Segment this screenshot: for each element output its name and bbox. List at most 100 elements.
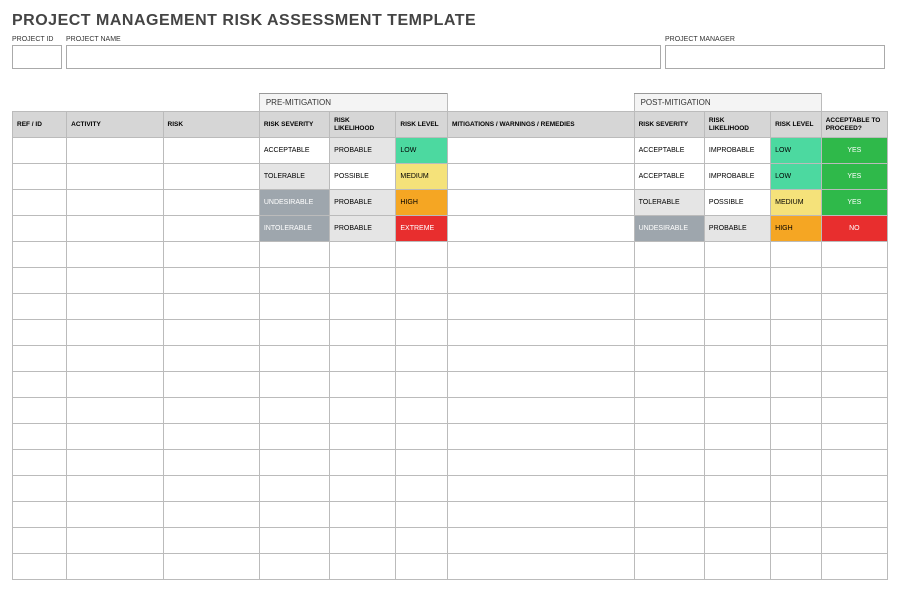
empty-cell[interactable] <box>396 346 448 372</box>
empty-cell[interactable] <box>771 398 822 424</box>
empty-cell[interactable] <box>704 372 770 398</box>
empty-cell[interactable] <box>771 372 822 398</box>
empty-cell[interactable] <box>821 476 887 502</box>
empty-cell[interactable] <box>330 372 396 398</box>
cell-mitigations[interactable] <box>447 164 634 190</box>
empty-cell[interactable] <box>771 424 822 450</box>
empty-cell[interactable] <box>771 320 822 346</box>
empty-cell[interactable] <box>821 320 887 346</box>
empty-cell[interactable] <box>259 372 329 398</box>
cell-mitigations[interactable] <box>447 190 634 216</box>
project-id-input[interactable] <box>12 45 62 69</box>
cell-post-level[interactable]: MEDIUM <box>771 190 822 216</box>
empty-cell[interactable] <box>13 294 67 320</box>
empty-cell[interactable] <box>67 528 163 554</box>
empty-cell[interactable] <box>704 528 770 554</box>
cell-activity[interactable] <box>67 216 163 242</box>
empty-cell[interactable] <box>704 554 770 580</box>
empty-cell[interactable] <box>821 268 887 294</box>
empty-cell[interactable] <box>447 450 634 476</box>
empty-cell[interactable] <box>13 450 67 476</box>
empty-cell[interactable] <box>634 372 704 398</box>
cell-acceptable[interactable]: YES <box>821 164 887 190</box>
empty-cell[interactable] <box>634 450 704 476</box>
empty-cell[interactable] <box>447 398 634 424</box>
empty-cell[interactable] <box>634 528 704 554</box>
empty-cell[interactable] <box>821 294 887 320</box>
empty-cell[interactable] <box>396 294 448 320</box>
cell-mitigations[interactable] <box>447 138 634 164</box>
empty-cell[interactable] <box>13 372 67 398</box>
empty-cell[interactable] <box>13 476 67 502</box>
cell-post-likelihood[interactable]: PROBABLE <box>704 216 770 242</box>
empty-cell[interactable] <box>396 320 448 346</box>
empty-cell[interactable] <box>821 346 887 372</box>
cell-pre-likelihood[interactable]: POSSIBLE <box>330 164 396 190</box>
empty-cell[interactable] <box>704 294 770 320</box>
cell-post-likelihood[interactable]: IMPROBABLE <box>704 164 770 190</box>
empty-cell[interactable] <box>771 294 822 320</box>
cell-ref[interactable] <box>13 164 67 190</box>
empty-cell[interactable] <box>821 242 887 268</box>
empty-cell[interactable] <box>330 398 396 424</box>
cell-pre-severity[interactable]: UNDESIRABLE <box>259 190 329 216</box>
empty-cell[interactable] <box>67 242 163 268</box>
project-name-input[interactable] <box>66 45 661 69</box>
empty-cell[interactable] <box>163 320 259 346</box>
empty-cell[interactable] <box>13 346 67 372</box>
cell-pre-severity[interactable]: INTOLERABLE <box>259 216 329 242</box>
empty-cell[interactable] <box>13 268 67 294</box>
empty-cell[interactable] <box>634 242 704 268</box>
cell-activity[interactable] <box>67 190 163 216</box>
cell-post-likelihood[interactable]: IMPROBABLE <box>704 138 770 164</box>
project-manager-input[interactable] <box>665 45 885 69</box>
cell-pre-level[interactable]: LOW <box>396 138 448 164</box>
empty-cell[interactable] <box>13 528 67 554</box>
empty-cell[interactable] <box>330 476 396 502</box>
empty-cell[interactable] <box>259 554 329 580</box>
empty-cell[interactable] <box>259 424 329 450</box>
empty-cell[interactable] <box>330 346 396 372</box>
empty-cell[interactable] <box>704 398 770 424</box>
empty-cell[interactable] <box>163 476 259 502</box>
empty-cell[interactable] <box>13 398 67 424</box>
empty-cell[interactable] <box>771 346 822 372</box>
empty-cell[interactable] <box>259 502 329 528</box>
empty-cell[interactable] <box>634 424 704 450</box>
cell-pre-likelihood[interactable]: PROBABLE <box>330 190 396 216</box>
empty-cell[interactable] <box>447 528 634 554</box>
cell-ref[interactable] <box>13 216 67 242</box>
empty-cell[interactable] <box>330 242 396 268</box>
empty-cell[interactable] <box>67 554 163 580</box>
empty-cell[interactable] <box>634 346 704 372</box>
cell-post-severity[interactable]: ACCEPTABLE <box>634 138 704 164</box>
empty-cell[interactable] <box>634 476 704 502</box>
cell-activity[interactable] <box>67 164 163 190</box>
empty-cell[interactable] <box>67 294 163 320</box>
cell-post-level[interactable]: LOW <box>771 164 822 190</box>
empty-cell[interactable] <box>163 424 259 450</box>
cell-pre-likelihood[interactable]: PROBABLE <box>330 216 396 242</box>
empty-cell[interactable] <box>330 528 396 554</box>
empty-cell[interactable] <box>771 502 822 528</box>
empty-cell[interactable] <box>330 450 396 476</box>
empty-cell[interactable] <box>13 242 67 268</box>
empty-cell[interactable] <box>447 346 634 372</box>
cell-acceptable[interactable]: YES <box>821 138 887 164</box>
empty-cell[interactable] <box>821 554 887 580</box>
empty-cell[interactable] <box>163 398 259 424</box>
empty-cell[interactable] <box>396 528 448 554</box>
cell-risk[interactable] <box>163 164 259 190</box>
cell-post-level[interactable]: HIGH <box>771 216 822 242</box>
cell-post-severity[interactable]: ACCEPTABLE <box>634 164 704 190</box>
empty-cell[interactable] <box>704 320 770 346</box>
empty-cell[interactable] <box>396 268 448 294</box>
empty-cell[interactable] <box>704 450 770 476</box>
empty-cell[interactable] <box>821 424 887 450</box>
empty-cell[interactable] <box>704 476 770 502</box>
empty-cell[interactable] <box>396 450 448 476</box>
empty-cell[interactable] <box>163 346 259 372</box>
empty-cell[interactable] <box>396 398 448 424</box>
empty-cell[interactable] <box>67 398 163 424</box>
empty-cell[interactable] <box>67 372 163 398</box>
